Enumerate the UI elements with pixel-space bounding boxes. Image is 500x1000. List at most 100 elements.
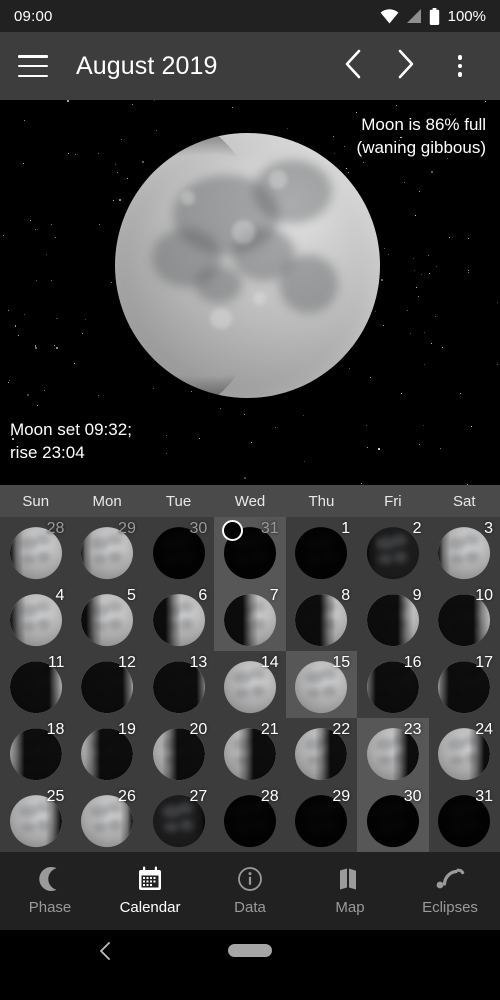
- calendar-day-cell[interactable]: 23: [357, 718, 429, 785]
- bottom-nav-label: Eclipses: [422, 899, 478, 916]
- app-bar-actions: [330, 44, 482, 88]
- calendar-day-number: 1: [341, 520, 351, 537]
- calendar-day-number: 23: [403, 721, 422, 738]
- bottom-nav-item-phase[interactable]: Phase: [0, 866, 100, 916]
- weekday-label-thu: Thu: [308, 492, 335, 510]
- hamburger-menu-icon[interactable]: [18, 55, 48, 77]
- calendar-day-cell[interactable]: 9: [357, 584, 428, 651]
- calendar-day-number: 10: [475, 587, 493, 604]
- calendar-day-cell[interactable]: 14: [214, 651, 285, 718]
- chevron-left-icon: [343, 49, 362, 84]
- bottom-nav-item-map[interactable]: Map: [300, 866, 400, 916]
- bottom-nav-label: Data: [234, 899, 266, 916]
- moon-hero-panel[interactable]: Moon is 86% full (waning gibbous) Moon s…: [0, 100, 500, 485]
- calendar-day-number: 4: [55, 587, 65, 604]
- calendar-day-number: 31: [475, 788, 493, 805]
- calendar-day-cell[interactable]: 30: [143, 517, 214, 584]
- back-chevron-icon[interactable]: [98, 942, 112, 965]
- status-icons: 100%: [380, 7, 486, 25]
- prev-month-button[interactable]: [330, 44, 374, 88]
- page-title: August 2019: [76, 51, 218, 80]
- calendar-day-number: 20: [189, 721, 208, 738]
- next-month-button[interactable]: [384, 44, 428, 88]
- bottom-nav-label: Calendar: [119, 899, 181, 916]
- calendar-day-number: 27: [189, 788, 208, 805]
- calendar-day-cell[interactable]: 10: [429, 584, 500, 651]
- weekday-label-fri: Fri: [384, 492, 402, 510]
- calendar-day-cell[interactable]: 1: [286, 517, 357, 584]
- calendar-day-cell[interactable]: 20: [143, 718, 214, 785]
- eclipse-icon: [435, 866, 465, 892]
- calendar-day-number: 29: [118, 520, 136, 537]
- day-moon-thumbnail: [9, 593, 62, 646]
- calendar-day-cell[interactable]: 13: [143, 651, 214, 718]
- home-pill-icon[interactable]: [228, 944, 272, 957]
- calendar-week-row: 11 12 13 14 15 16 17: [0, 651, 500, 718]
- calendar-day-number: 18: [46, 721, 65, 738]
- calendar-day-cell[interactable]: 8: [286, 584, 357, 651]
- calendar-day-cell[interactable]: 4: [0, 584, 71, 651]
- rise-set-line-1: Moon set 09:32;: [10, 420, 132, 440]
- calendar-day-cell[interactable]: 15: [285, 651, 358, 718]
- calendar-day-cell[interactable]: 16: [357, 651, 428, 718]
- calendar-day-cell[interactable]: 6: [143, 584, 214, 651]
- day-moon-thumbnail: [366, 526, 419, 579]
- calendar-day-cell[interactable]: 5: [71, 584, 142, 651]
- calendar-day-cell[interactable]: 28: [0, 517, 71, 584]
- calendar-day-cell[interactable]: 25: [0, 785, 71, 852]
- calendar-grid[interactable]: 28 29 30 31 1 2 3 4 5 6 7 8 9 10 11 12 13 14 15 16 17 18 19 20 2…: [0, 517, 500, 852]
- moon-terminator: [152, 593, 205, 646]
- calendar-day-cell[interactable]: 30: [357, 785, 429, 852]
- moon-terminator: [366, 593, 419, 646]
- overflow-menu-icon: [457, 55, 463, 77]
- system-navigation-bar: [0, 930, 500, 970]
- calendar-day-number: 7: [269, 587, 279, 604]
- calendar-day-cell[interactable]: 7: [214, 584, 286, 651]
- calendar-day-cell[interactable]: 31: [214, 517, 286, 584]
- calendar-day-cell[interactable]: 11: [0, 651, 71, 718]
- calendar-day-cell[interactable]: 21: [214, 718, 285, 785]
- bottom-nav-item-eclipses[interactable]: Eclipses: [400, 866, 500, 916]
- moon-phase-image: [115, 133, 380, 398]
- calendar-day-cell[interactable]: 18: [0, 718, 71, 785]
- calendar-day-number: 8: [341, 587, 351, 604]
- bottom-nav-item-calendar[interactable]: Calendar: [100, 866, 200, 916]
- calendar-day-cell[interactable]: 3: [429, 517, 500, 584]
- chevron-right-icon: [397, 49, 416, 84]
- calendar-day-cell[interactable]: 29: [71, 517, 142, 584]
- calendar-day-number: 19: [118, 721, 136, 738]
- calendar-day-number: 28: [46, 520, 65, 537]
- status-clock: 09:00: [14, 7, 53, 25]
- cell-signal-icon: [406, 8, 422, 24]
- moon-terminator: [295, 526, 348, 579]
- calendar-day-cell[interactable]: 17: [429, 651, 500, 718]
- illumination-caption: Moon is 86% full (waning gibbous): [357, 114, 486, 160]
- calendar-day-number: 15: [332, 654, 351, 671]
- calendar-day-number: 24: [475, 721, 493, 738]
- status-bar: 09:00 100%: [0, 0, 500, 32]
- calendar-day-cell[interactable]: 24: [429, 718, 500, 785]
- calendar-day-cell[interactable]: 12: [71, 651, 142, 718]
- illumination-line-1: Moon is 86% full: [361, 115, 486, 134]
- moon-terminator: [438, 526, 491, 579]
- calendar-day-number: 3: [484, 520, 493, 537]
- day-moon-thumbnail: [366, 593, 419, 646]
- calendar-day-cell[interactable]: 28: [214, 785, 285, 852]
- calendar-day-cell[interactable]: 19: [71, 718, 142, 785]
- calendar-day-number: 14: [260, 654, 279, 671]
- calendar-day-cell[interactable]: 27: [143, 785, 214, 852]
- bottom-navigation: Phase Calendar Data Map Eclipses: [0, 852, 500, 930]
- bottom-nav-item-data[interactable]: Data: [200, 866, 300, 916]
- moon-terminator: [81, 593, 134, 646]
- overflow-menu-button[interactable]: [438, 44, 482, 88]
- calendar-day-cell[interactable]: 29: [286, 785, 357, 852]
- rise-set-line-2: rise 23:04: [10, 443, 85, 463]
- calendar-day-cell[interactable]: 26: [71, 785, 142, 852]
- calendar-day-number: 6: [198, 587, 208, 604]
- calendar-week-row: 25 26 27 28 29 30 31: [0, 785, 500, 852]
- calendar-day-cell[interactable]: 2: [357, 517, 428, 584]
- app-bar: August 2019: [0, 32, 500, 100]
- calendar-day-cell[interactable]: 31: [429, 785, 500, 852]
- calendar-day-cell[interactable]: 22: [286, 718, 357, 785]
- calendar-day-number: 26: [118, 788, 136, 805]
